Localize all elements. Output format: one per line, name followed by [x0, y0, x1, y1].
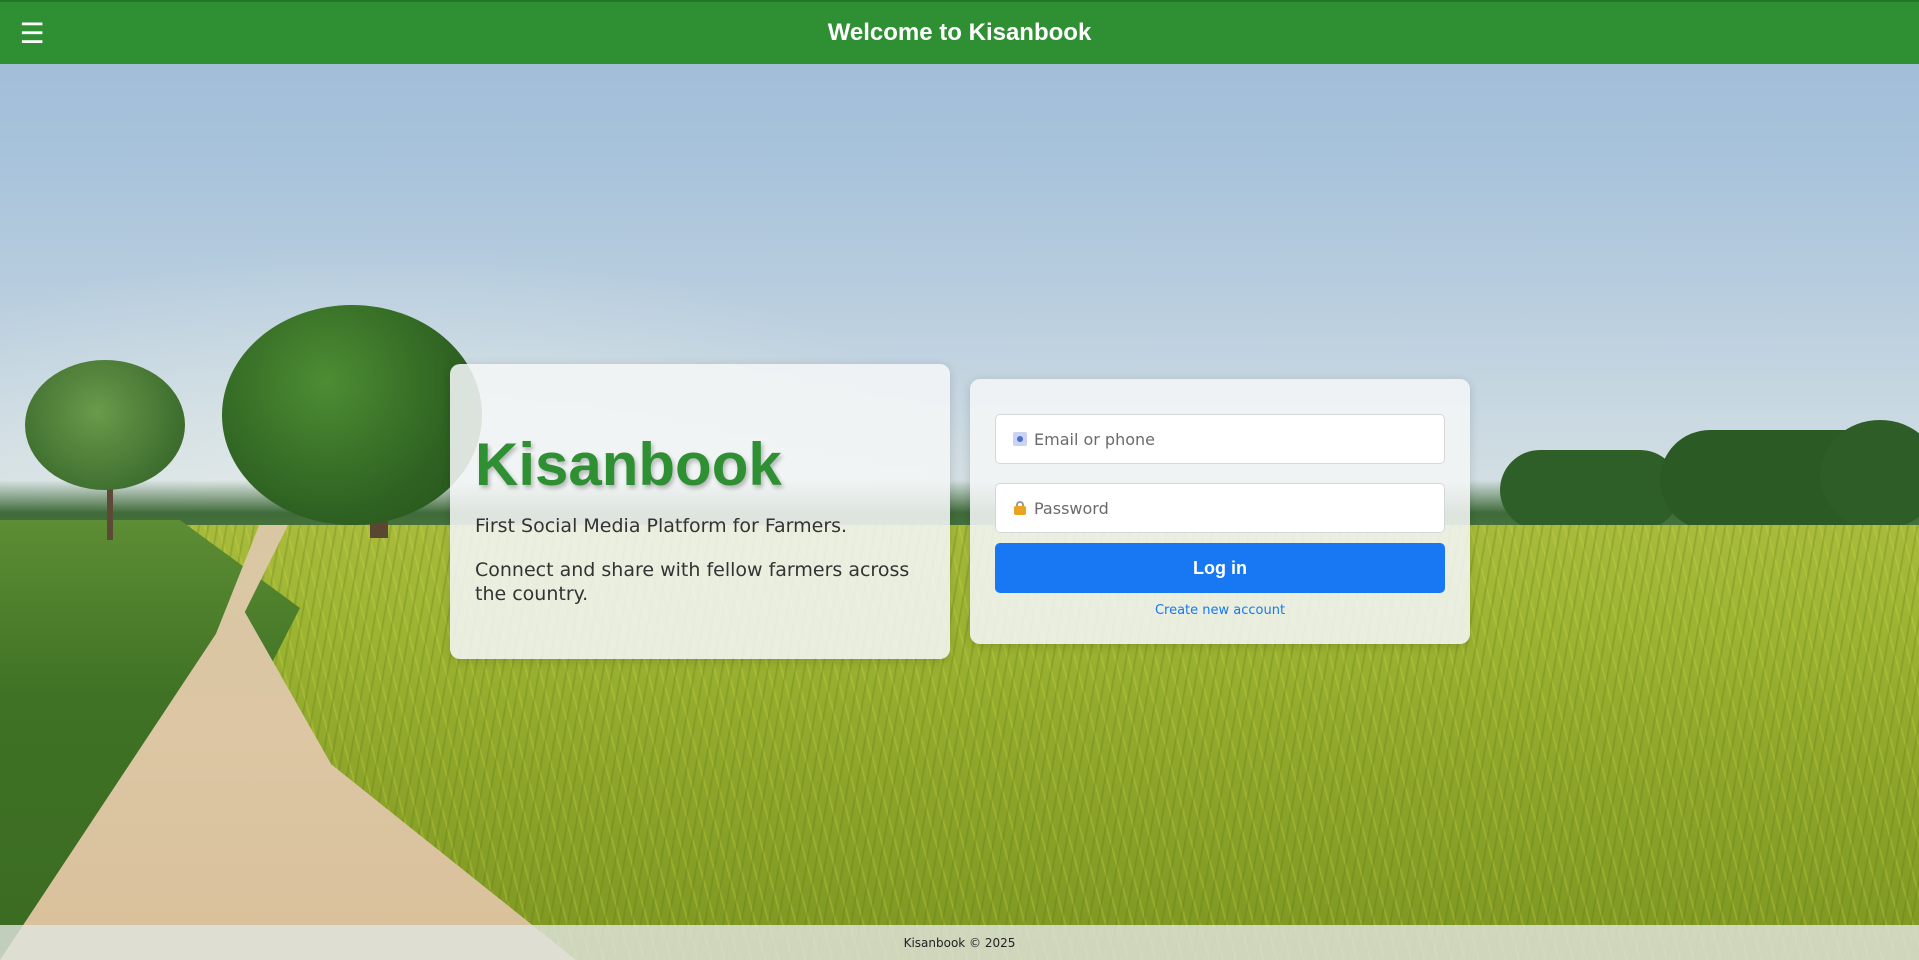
- mail-icon: [1013, 432, 1027, 446]
- brand-card: Kisanbook First Social Media Platform fo…: [450, 364, 950, 659]
- header-title: Welcome to Kisanbook: [827, 19, 1092, 46]
- right-tree-cluster: [1500, 450, 1680, 530]
- big-tree: [222, 305, 482, 525]
- top-header: ☰ Welcome to Kisanbook: [0, 0, 1919, 64]
- password-input[interactable]: [1034, 484, 1444, 532]
- brand-tagline: First Social Media Platform for Farmers.: [475, 515, 848, 537]
- footer-copyright: Kisanbook © 2025: [903, 935, 1016, 950]
- password-field[interactable]: [995, 483, 1445, 533]
- small-tree: [25, 360, 185, 490]
- email-field[interactable]: [995, 414, 1445, 464]
- hamburger-menu-icon[interactable]: ☰: [18, 20, 46, 48]
- brand-description: Connect and share with fellow farmers ac…: [475, 559, 910, 605]
- login-card: Log in Create new account: [970, 379, 1470, 644]
- background-scene: [0, 0, 1919, 960]
- lock-icon: [1013, 501, 1027, 515]
- login-button[interactable]: Log in: [995, 543, 1445, 593]
- footer: Kisanbook © 2025: [0, 925, 1919, 960]
- create-account-link[interactable]: Create new account: [995, 603, 1445, 618]
- email-input[interactable]: [1034, 415, 1444, 463]
- brand-title: Kisanbook: [475, 431, 782, 498]
